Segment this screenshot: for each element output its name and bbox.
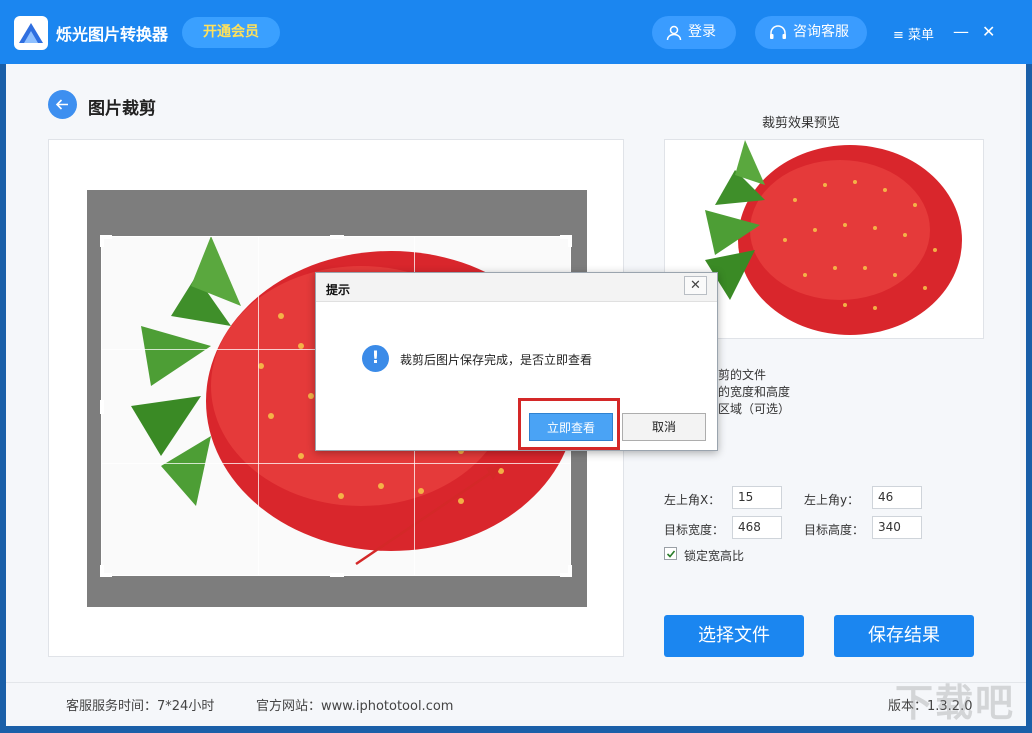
step-text: 剪区域（可选） — [706, 402, 791, 416]
page-title: 图片裁剪 — [88, 99, 156, 119]
height-label: 目标高度： — [804, 523, 865, 537]
crop-handle[interactable] — [330, 573, 344, 577]
customer-service-button[interactable]: 咨询客服 — [755, 16, 867, 49]
user-icon — [666, 25, 682, 41]
cancel-button[interactable]: 取消 — [622, 413, 706, 441]
preview-title: 裁剪效果预览 — [762, 116, 841, 131]
step-text: 裁剪的文件 — [706, 368, 767, 382]
crop-handle[interactable] — [100, 400, 104, 414]
title-bar: 烁光图片转换器 开通会员 登录 咨询客服 ≡ 菜单 — ✕ — [0, 0, 1032, 64]
y-input[interactable]: 46 — [872, 486, 922, 509]
prompt-dialog: 提示 ✕ ! 裁剪后图片保存完成，是否立即查看 立即查看 取消 — [315, 272, 718, 451]
app-title: 烁光图片转换器 — [56, 25, 169, 44]
website-link[interactable]: 官方网站：www.iphototool.com — [256, 695, 453, 714]
save-result-button[interactable]: 保存结果 — [834, 615, 974, 657]
service-time: 客服服务时间：7*24小时 — [66, 699, 215, 714]
crop-handle[interactable] — [330, 235, 344, 239]
lock-ratio-label: 锁定宽高比 — [684, 549, 745, 563]
login-button[interactable]: 登录 — [652, 16, 736, 49]
crop-handle[interactable] — [568, 565, 572, 577]
watermark: 下载吧 — [895, 681, 1016, 725]
info-icon: ! — [362, 345, 389, 372]
app-logo-icon — [14, 16, 48, 50]
dialog-header: 提示 ✕ — [316, 273, 717, 302]
login-label: 登录 — [688, 24, 716, 40]
y-label: 左上角y： — [804, 493, 860, 507]
dialog-title: 提示 — [326, 283, 351, 297]
width-input[interactable]: 468 — [732, 516, 782, 539]
x-input[interactable]: 15 — [732, 486, 782, 509]
view-now-button[interactable]: 立即查看 — [529, 413, 613, 441]
step-text: 要的宽度和高度 — [706, 385, 791, 399]
width-label: 目标宽度： — [664, 523, 725, 537]
crop-handle[interactable] — [100, 235, 104, 247]
checkmark-icon — [666, 550, 676, 558]
lock-ratio-checkbox[interactable] — [664, 547, 677, 560]
arrow-left-icon — [55, 99, 68, 110]
dialog-message: 裁剪后图片保存完成，是否立即查看 — [400, 353, 593, 367]
step-text: ： — [706, 350, 790, 367]
headset-icon — [770, 25, 786, 39]
instruction-steps: ： 裁剪的文件 要的宽度和高度 剪区域（可选） 果 — [706, 350, 790, 435]
footer-divider — [6, 682, 1026, 683]
crop-handle[interactable] — [100, 565, 104, 577]
grid-line — [102, 463, 570, 464]
crop-handle[interactable] — [568, 235, 572, 247]
step-text: 果 — [706, 418, 790, 435]
close-window-button[interactable]: ✕ — [982, 22, 995, 41]
service-label: 咨询客服 — [793, 24, 849, 40]
grid-line — [258, 237, 259, 575]
x-label: 左上角X： — [664, 493, 721, 507]
select-file-button[interactable]: 选择文件 — [664, 615, 804, 657]
vip-button[interactable]: 开通会员 — [182, 17, 280, 48]
menu-button[interactable]: ≡ 菜单 — [893, 24, 934, 43]
back-button[interactable] — [48, 90, 77, 119]
dialog-close-button[interactable]: ✕ — [684, 276, 707, 295]
height-input[interactable]: 340 — [872, 516, 922, 539]
minimize-button[interactable]: — — [953, 22, 969, 41]
